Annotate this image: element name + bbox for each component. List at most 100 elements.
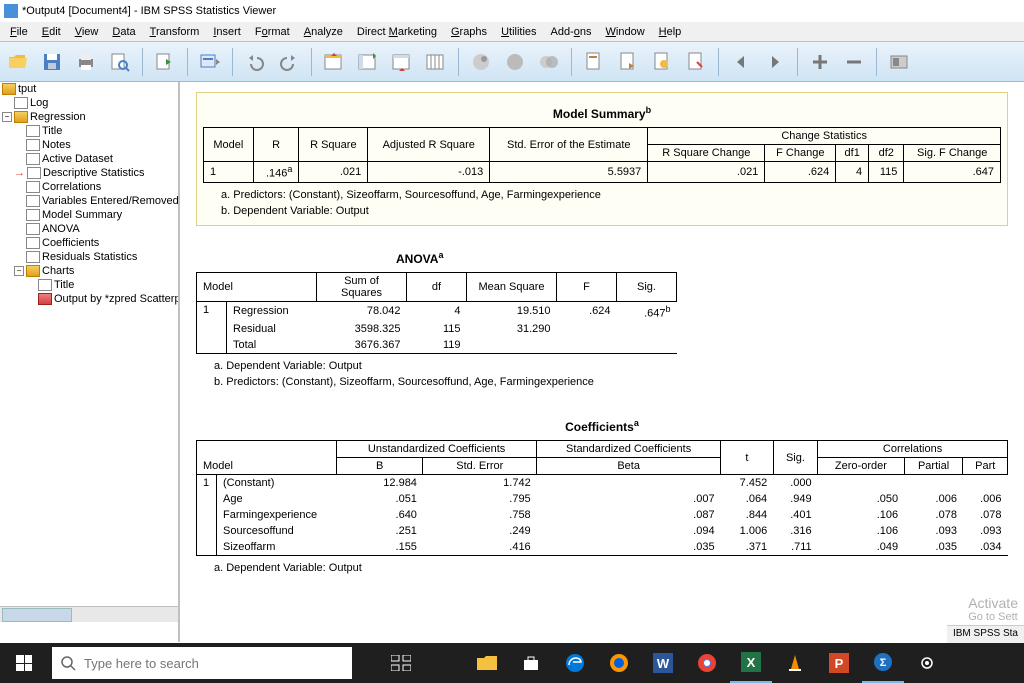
excel-icon[interactable]: X [730, 643, 772, 683]
select-cases-icon[interactable] [422, 48, 450, 76]
col-partial: Partial [904, 458, 963, 475]
chart1-icon[interactable] [467, 48, 495, 76]
chart3-icon[interactable] [535, 48, 563, 76]
doc1-icon[interactable] [580, 48, 608, 76]
table-row: 1 .146a .021 -.013 5.5937 .021 .624 4 11… [204, 162, 1001, 183]
nav-reg-correlations[interactable]: Correlations [0, 180, 178, 194]
nav-left-icon[interactable] [727, 48, 755, 76]
table-row: Sizeoffarm .155 .416 .035 .371 .711 .049… [197, 539, 1008, 556]
app-icon [4, 4, 18, 18]
col-t: t [721, 441, 774, 475]
nav-reg-notes[interactable]: Notes [0, 138, 178, 152]
outline-panel[interactable]: tput Log − Regression Title Notes Active … [0, 82, 180, 642]
nav-horizontal-scrollbar[interactable] [0, 606, 178, 622]
content-viewer[interactable]: Model Summaryb Model R R Square Adjusted… [180, 82, 1024, 642]
word-icon[interactable]: W [642, 643, 684, 683]
nav-reg-model-summary[interactable]: Model Summary [0, 208, 178, 222]
save-icon[interactable] [38, 48, 66, 76]
menu-data[interactable]: Data [106, 25, 141, 39]
nav-reg-coefficients[interactable]: Coefficients [0, 236, 178, 250]
col-sig-f-change: Sig. F Change [904, 145, 1001, 162]
menu-direct-marketing[interactable]: Direct Marketing [351, 25, 443, 39]
col-corr: Correlations [818, 441, 1008, 458]
search-input[interactable] [84, 656, 344, 671]
preview-icon[interactable] [106, 48, 134, 76]
powerpoint-icon[interactable]: P [818, 643, 860, 683]
chart2-icon[interactable] [501, 48, 529, 76]
firefox-icon[interactable] [598, 643, 640, 683]
designate-icon[interactable] [885, 48, 913, 76]
nav-reg-charts[interactable]: −Charts [0, 264, 178, 278]
col-rsq-change: R Square Change [648, 145, 765, 162]
nav-label: Title [54, 279, 74, 291]
store-icon[interactable] [510, 643, 552, 683]
model-summary-title: Model Summaryb [203, 105, 1001, 121]
nav-charts-title[interactable]: Title [0, 278, 178, 292]
goto-data-icon[interactable] [320, 48, 348, 76]
menu-graphs[interactable]: Graphs [445, 25, 493, 39]
nav-label: Regression [30, 111, 86, 123]
vlc-icon[interactable] [774, 643, 816, 683]
nav-label: Residuals Statistics [42, 251, 137, 263]
menu-insert[interactable]: Insert [207, 25, 247, 39]
edge-icon[interactable] [554, 643, 596, 683]
zoom-out-icon[interactable] [840, 48, 868, 76]
zoom-in-icon[interactable] [806, 48, 834, 76]
doc2-icon[interactable] [614, 48, 642, 76]
table-row: Total 3676.367 119 [197, 337, 677, 354]
menu-format[interactable]: Format [249, 25, 296, 39]
doc4-icon[interactable] [682, 48, 710, 76]
nav-right-icon[interactable] [761, 48, 789, 76]
nav-charts-scatter[interactable]: Output by *zpred Scatterp [0, 292, 178, 306]
open-icon[interactable] [4, 48, 32, 76]
spss-icon[interactable]: Σ [862, 643, 904, 683]
titlebar: *Output4 [Document4] - IBM SPSS Statisti… [0, 0, 1024, 22]
export-icon[interactable] [151, 48, 179, 76]
goto-case-icon[interactable] [354, 48, 382, 76]
col-ss: Sum of Squares [317, 272, 407, 301]
menu-addons[interactable]: Add-ons [545, 25, 598, 39]
svg-text:W: W [657, 656, 670, 671]
menu-window[interactable]: Window [600, 25, 651, 39]
nav-label: Model Summary [42, 209, 122, 221]
nav-reg-variables[interactable]: Variables Entered/Removed [0, 194, 178, 208]
file-explorer-icon[interactable] [466, 643, 508, 683]
task-view-icon[interactable] [380, 643, 422, 683]
redo-icon[interactable] [275, 48, 303, 76]
undo-icon[interactable] [241, 48, 269, 76]
nav-label: ANOVA [42, 223, 80, 235]
arrow-icon: → [14, 167, 25, 179]
main-area: tput Log − Regression Title Notes Active … [0, 82, 1024, 642]
doc3-icon[interactable] [648, 48, 676, 76]
dialog-recall-icon[interactable] [196, 48, 224, 76]
col-model: Model [204, 128, 254, 162]
search-box[interactable] [52, 647, 352, 679]
nav-reg-descriptive[interactable]: →Descriptive Statistics [0, 166, 178, 180]
menu-edit[interactable]: Edit [36, 25, 67, 39]
nav-reg-title[interactable]: Title [0, 124, 178, 138]
model-summary-block[interactable]: Model Summaryb Model R R Square Adjusted… [196, 92, 1008, 226]
collapse-icon[interactable]: − [14, 266, 24, 276]
variables-icon[interactable] [388, 48, 416, 76]
anova-table: Model Sum of Squares df Mean Square F Si… [196, 272, 677, 355]
nav-output-root[interactable]: tput [0, 82, 178, 96]
print-icon[interactable] [72, 48, 100, 76]
nav-reg-residuals[interactable]: Residuals Statistics [0, 250, 178, 264]
window-title: *Output4 [Document4] - IBM SPSS Statisti… [22, 5, 276, 17]
collapse-icon[interactable]: − [2, 112, 12, 122]
start-button[interactable] [4, 643, 44, 683]
svg-text:P: P [835, 656, 844, 671]
menu-help[interactable]: Help [653, 25, 688, 39]
menu-utilities[interactable]: Utilities [495, 25, 542, 39]
scrollbar-thumb[interactable] [2, 608, 72, 622]
nav-reg-active-dataset[interactable]: Active Dataset [0, 152, 178, 166]
chrome-icon[interactable] [686, 643, 728, 683]
menu-view[interactable]: View [69, 25, 105, 39]
nav-log[interactable]: Log [0, 96, 178, 110]
nav-regression[interactable]: − Regression [0, 110, 178, 124]
menu-analyze[interactable]: Analyze [298, 25, 349, 39]
menu-file[interactable]: File [4, 25, 34, 39]
nav-reg-anova[interactable]: ANOVA [0, 222, 178, 236]
menu-transform[interactable]: Transform [144, 25, 206, 39]
settings-icon[interactable] [906, 643, 948, 683]
